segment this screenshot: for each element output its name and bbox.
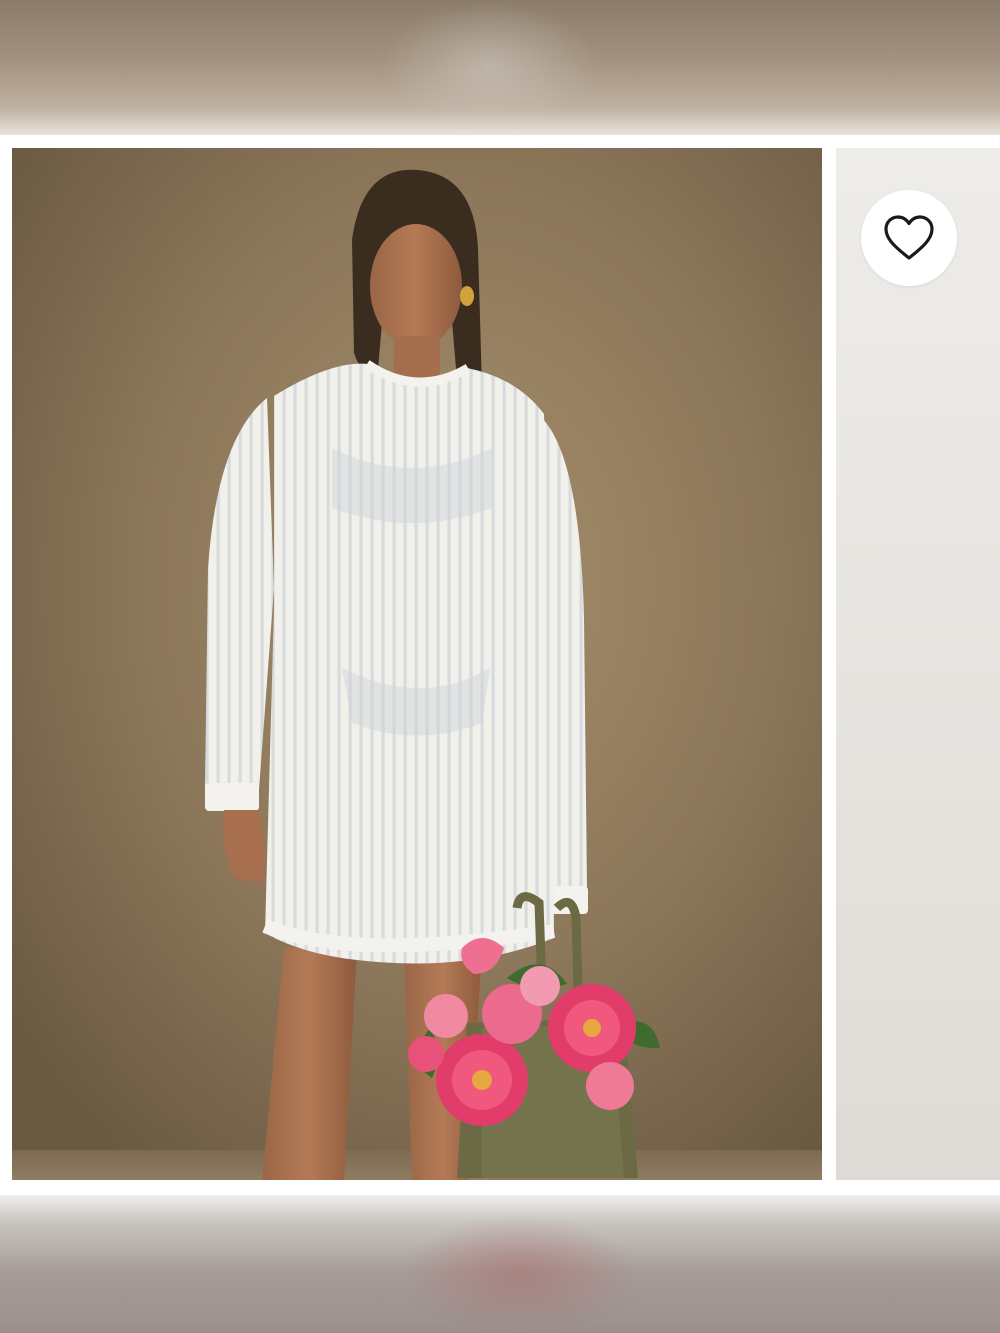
- blurred-background-top: [0, 0, 1000, 135]
- product-main-image[interactable]: [12, 148, 822, 1180]
- favorite-button[interactable]: [861, 190, 957, 286]
- blurred-background-bottom: [0, 1195, 1000, 1333]
- product-next-image-preview[interactable]: [836, 148, 1000, 1180]
- screen: [0, 0, 1000, 1333]
- product-photo-illustration: [12, 148, 822, 1180]
- heart-outline-icon: [884, 215, 934, 260]
